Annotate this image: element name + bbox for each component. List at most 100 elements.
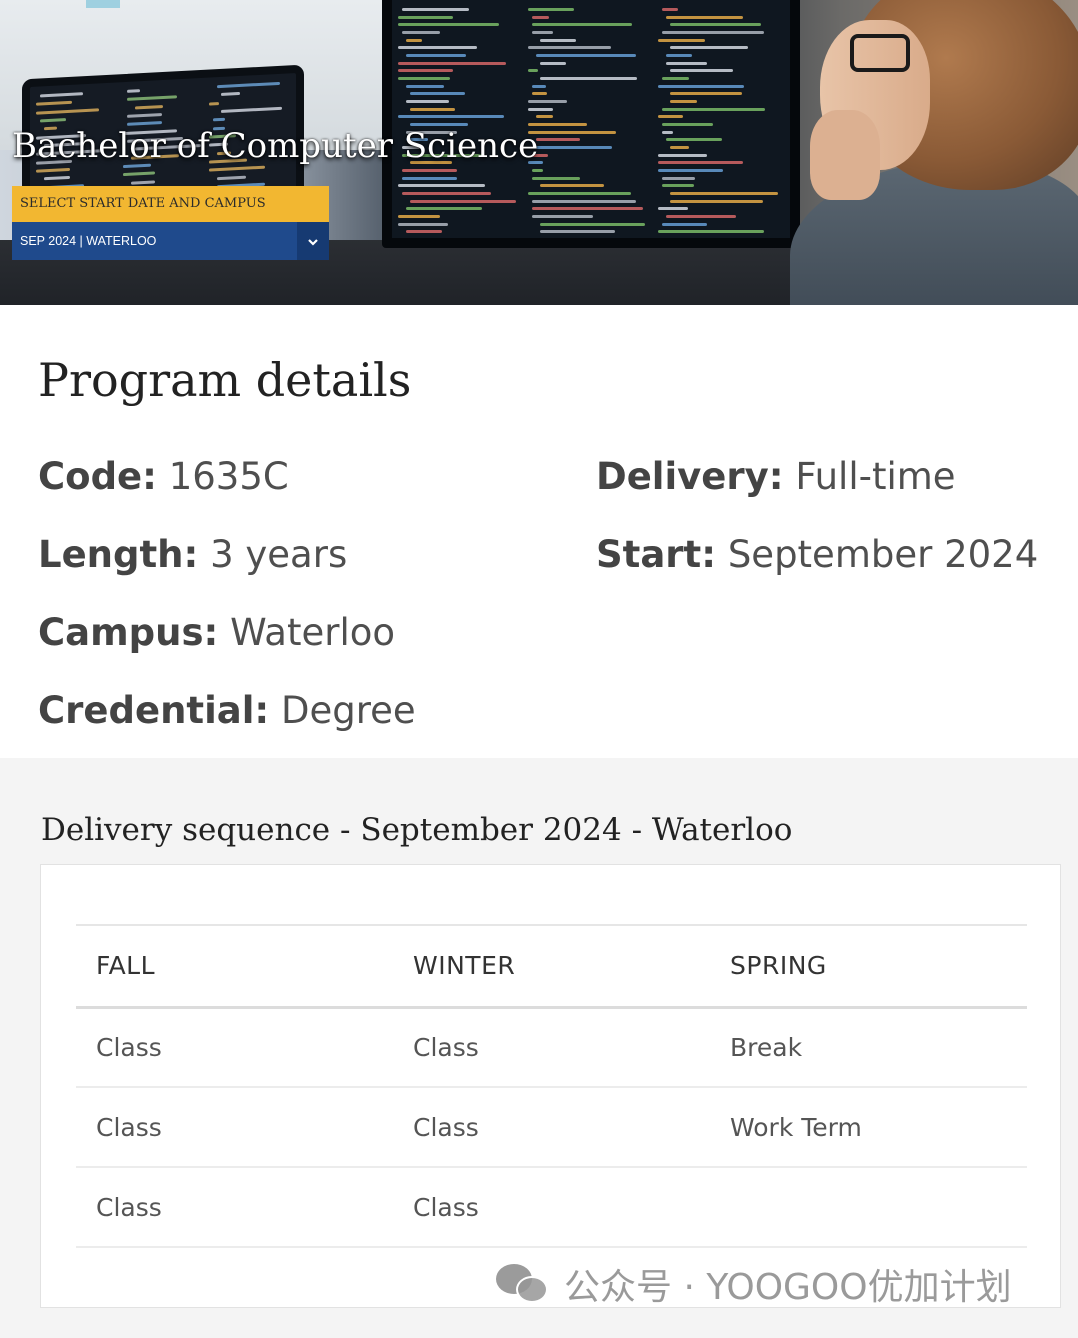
screen-code-line — [398, 15, 453, 19]
detail-label: Code: — [38, 455, 157, 498]
screen-code-line — [528, 46, 611, 50]
detail-value: September 2024 — [727, 533, 1039, 576]
screen-code-line — [662, 222, 708, 226]
screen-code-line — [44, 176, 70, 181]
start-date-campus-value: SEP 2024 | WATERLOO — [20, 234, 157, 248]
table-row: Class Class Work Term — [76, 1087, 1027, 1168]
screen-code-line — [540, 61, 566, 65]
screen-code-line — [217, 175, 247, 180]
screen-code-line — [670, 46, 748, 50]
screen-code-line — [398, 69, 454, 73]
screen-code-line — [528, 8, 575, 11]
hero-background-note — [86, 0, 120, 8]
table-row: Class Class Break — [76, 1007, 1027, 1088]
screen-code-line — [540, 184, 604, 188]
detail-length: Length: 3 years — [38, 533, 347, 576]
screen-code-line — [528, 192, 632, 195]
screen-code-line — [398, 215, 441, 218]
screen-code-line — [666, 54, 692, 57]
detail-label: Credential: — [38, 689, 270, 732]
table-cell: Class — [393, 1087, 710, 1168]
screen-code-line — [670, 192, 779, 195]
screen-code-line — [406, 230, 443, 234]
screen-code-line — [670, 199, 764, 203]
table-cell: Class — [76, 1167, 393, 1248]
screen-code-line — [658, 169, 723, 172]
detail-delivery: Delivery: Full-time — [596, 455, 956, 498]
start-date-campus-select[interactable]: SEP 2024 | WATERLOO — [12, 222, 329, 260]
screen-code-line — [670, 146, 690, 149]
screen-code-line — [40, 118, 66, 123]
screen-code-line — [528, 100, 568, 103]
detail-label: Length: — [38, 533, 199, 576]
screen-code-line — [658, 115, 684, 119]
table-cell: Class — [76, 1087, 393, 1168]
delivery-sequence-table: FALL WINTER SPRING Class Class Break Cla… — [76, 924, 1027, 1248]
hero-person-image — [780, 0, 1078, 305]
screen-code-line — [130, 180, 156, 185]
program-details-section: Program details Code: 1635C Delivery: Fu… — [0, 305, 1078, 758]
screen-code-line — [658, 38, 706, 42]
delivery-sequence-card: FALL WINTER SPRING Class Class Break Cla… — [40, 864, 1061, 1308]
screen-code-line — [398, 61, 506, 65]
screen-code-line — [398, 222, 448, 226]
delivery-sequence-heading: Delivery sequence - September 2024 - Wat… — [41, 812, 793, 848]
screen-code-line — [406, 54, 466, 57]
screen-code-line — [406, 38, 423, 42]
screen-code-line — [532, 176, 580, 180]
detail-code: Code: 1635C — [38, 455, 289, 498]
screen-code-line — [528, 69, 539, 73]
screen-code-line — [532, 169, 544, 172]
table-cell: Break — [710, 1007, 1027, 1088]
screen-code-line — [658, 161, 744, 165]
screen-code-line — [670, 23, 761, 27]
hero-banner: Bachelor of Computer Science SELECT STAR… — [0, 0, 1078, 305]
screen-code-line — [670, 100, 697, 103]
screen-code-line — [410, 199, 517, 203]
chevron-down-icon[interactable] — [297, 222, 329, 260]
screen-code-line — [398, 46, 478, 50]
screen-code-line — [532, 15, 550, 19]
screen-code-line — [666, 138, 723, 142]
screen-code-line — [540, 222, 645, 226]
screen-code-line — [658, 207, 689, 211]
screen-code-line — [662, 31, 764, 34]
hero-monitor-image — [382, 0, 800, 248]
column-header-spring: SPRING — [710, 924, 1027, 1009]
screen-code-line — [398, 184, 485, 188]
detail-start: Start: September 2024 — [596, 533, 1038, 576]
screen-code-line — [536, 54, 637, 57]
table-cell: Class — [393, 1167, 710, 1248]
screen-code-line — [221, 92, 240, 97]
screen-code-line — [528, 130, 617, 134]
column-header-fall: FALL — [76, 924, 393, 1009]
detail-label: Delivery: — [596, 455, 784, 498]
screen-code-line — [532, 199, 637, 203]
screen-code-line — [532, 23, 633, 27]
screen-code-line — [36, 167, 71, 173]
detail-credential: Credential: Degree — [38, 689, 416, 732]
program-details-heading: Program details — [38, 353, 412, 407]
screen-code-line — [406, 100, 450, 103]
screen-code-line — [532, 215, 593, 218]
screen-code-line — [126, 113, 163, 118]
screen-code-line — [536, 138, 580, 142]
screen-code-line — [406, 84, 444, 88]
screen-code-line — [670, 69, 733, 73]
screen-code-line — [658, 153, 708, 157]
screen-code-line — [398, 23, 500, 27]
screen-code-line — [122, 171, 156, 177]
screen-code-line — [406, 207, 482, 211]
wechat-icon — [496, 1262, 550, 1306]
screen-code-line — [402, 8, 470, 11]
detail-value: Degree — [281, 689, 416, 732]
detail-value: Waterloo — [230, 611, 396, 654]
screen-code-line — [662, 176, 695, 180]
table-header-row: FALL WINTER SPRING — [76, 924, 1027, 1009]
screen-code-line — [36, 108, 100, 115]
screen-code-line — [662, 123, 713, 126]
watermark: 公众号 · YOOGOO优加计划 — [496, 1258, 1012, 1308]
table-cell: Class — [393, 1007, 710, 1088]
screen-code-line — [536, 115, 554, 119]
screen-code-line — [540, 230, 616, 234]
